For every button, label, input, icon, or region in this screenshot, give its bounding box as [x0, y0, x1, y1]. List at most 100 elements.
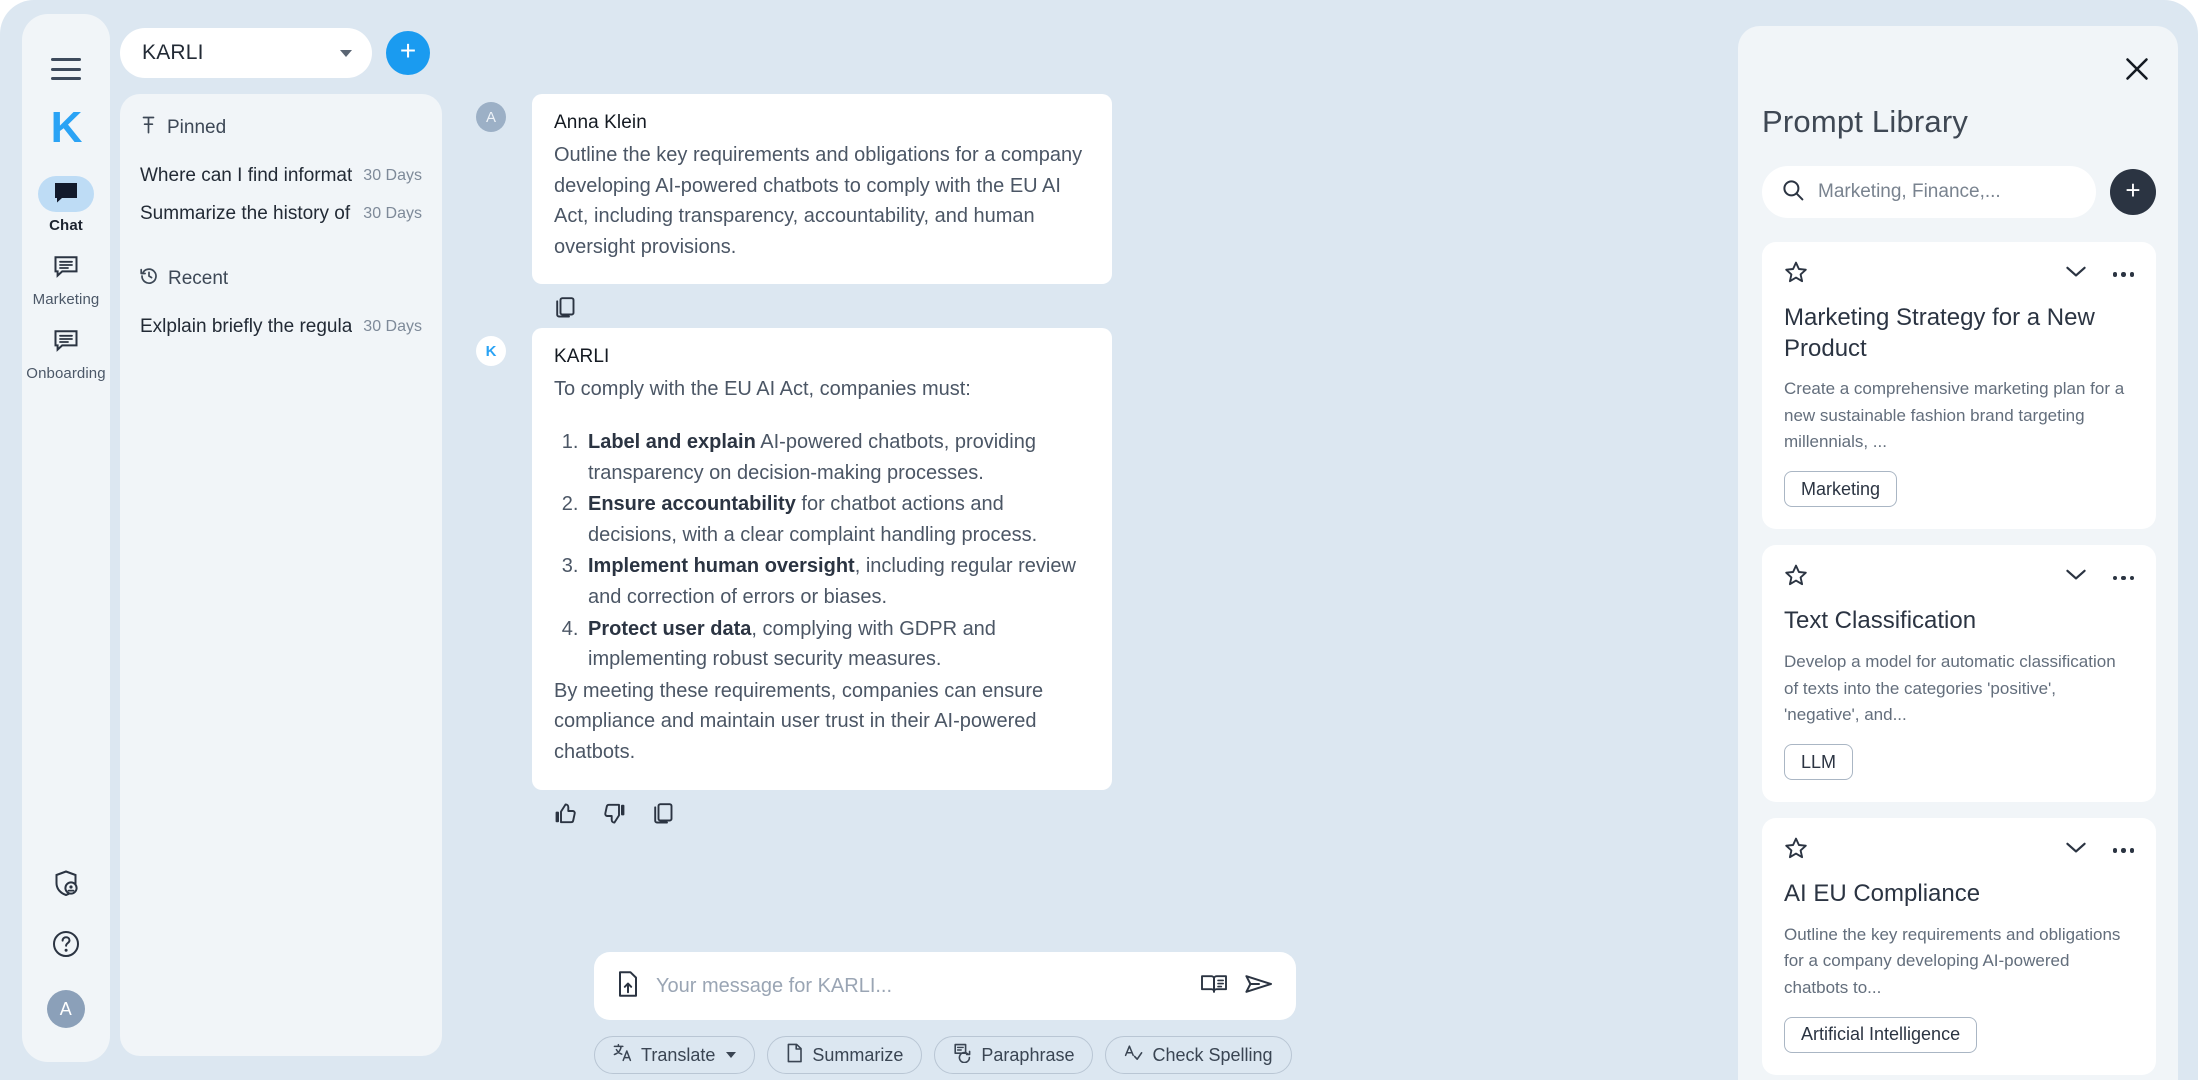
conversation-list-card: Pinned Where can I find information a 30… — [120, 94, 442, 1056]
conversation-age: 30 Days — [363, 167, 422, 184]
avatar: A — [476, 102, 506, 132]
prompt-card[interactable]: AI EU Compliance Outline the key require… — [1762, 818, 2156, 1075]
search-icon — [1782, 179, 1804, 206]
prompt-tag: Artificial Intelligence — [1784, 1016, 1978, 1053]
check-spelling-button[interactable]: Check Spelling — [1105, 1036, 1292, 1074]
prompt-card-controls — [2065, 265, 2134, 284]
sidebar-item-marketing[interactable]: Marketing — [28, 250, 104, 308]
history-icon — [140, 267, 158, 290]
group-title: Pinned — [167, 116, 227, 138]
conversation-age: 30 Days — [363, 318, 422, 335]
conversation-item[interactable]: Exlplain briefly the regulations 30 Days — [140, 308, 422, 346]
message-sender: KARLI — [554, 346, 610, 368]
star-icon[interactable] — [1784, 260, 1808, 289]
more-options-icon[interactable] — [2112, 272, 2134, 277]
message-input[interactable] — [656, 974, 1184, 998]
nav-list: Chat Marketing Onboarding — [26, 176, 106, 382]
list-item-bold: Protect user data — [588, 617, 752, 640]
chevron-down-icon[interactable] — [2065, 568, 2087, 587]
menu-toggle-button[interactable] — [51, 58, 81, 80]
message-sender: Anna Klein — [554, 112, 647, 133]
message-bubble: Anna Klein Outline the key requirements … — [532, 94, 1112, 285]
quick-action-label: Paraphrase — [981, 1044, 1075, 1065]
model-selector[interactable]: KARLI — [120, 28, 372, 78]
brand-logo: K — [50, 103, 83, 152]
conversation-title: Exlplain briefly the regulations — [140, 316, 352, 337]
copy-icon[interactable] — [554, 296, 576, 324]
sidebar-item-label: Chat — [49, 217, 83, 234]
translate-icon — [613, 1043, 632, 1067]
message-body: To comply with the EU AI Act, companies … — [554, 374, 1090, 767]
hamburger-line — [51, 67, 81, 71]
shield-lock-icon[interactable] — [51, 868, 81, 903]
search-field[interactable] — [1762, 166, 2096, 218]
conversation-title: Summarize the history of the c — [140, 203, 352, 224]
prompt-description: Create a comprehensive marketing plan fo… — [1784, 379, 2125, 452]
prompt-card-list: Marketing Strategy for a New Product Cre… — [1738, 242, 2178, 1080]
copy-icon[interactable] — [652, 802, 674, 830]
file-upload-icon[interactable] — [616, 970, 640, 1003]
message-user: A Anna Klein Outline the key requirement… — [442, 94, 1452, 324]
sidebar-item-chat[interactable]: Chat — [28, 176, 104, 234]
paraphrase-icon — [953, 1043, 972, 1068]
prompt-tag: LLM — [1784, 744, 1854, 781]
thumbs-down-icon[interactable] — [603, 802, 626, 830]
thumbs-up-icon[interactable] — [554, 802, 577, 830]
star-icon[interactable] — [1784, 836, 1808, 865]
message-intro: To comply with the EU AI Act, companies … — [554, 378, 971, 401]
chat-lines-icon — [53, 254, 79, 283]
conversation-item[interactable]: Where can I find information a 30 Days — [140, 157, 422, 195]
avatar[interactable]: A — [47, 990, 85, 1028]
book-icon[interactable] — [1200, 972, 1228, 1001]
prompt-card-header — [1784, 563, 2134, 592]
prompt-card-header — [1784, 260, 2134, 289]
list-item: Implement human oversight, including reg… — [584, 551, 1090, 612]
group-header-pinned: Pinned — [140, 116, 422, 139]
prompt-card-header — [1784, 836, 2134, 865]
conversation-title: Where can I find information a — [140, 165, 352, 186]
hamburger-line — [51, 58, 81, 61]
group-header-recent: Recent — [140, 267, 422, 290]
library-search-row: + — [1738, 140, 2178, 218]
app-window: K Chat Marketing Onboarding A KARLI + Pi… — [0, 0, 2198, 1080]
conversation-item[interactable]: Summarize the history of the c 30 Days — [140, 195, 422, 233]
close-icon[interactable] — [2124, 56, 2150, 87]
list-item-bold: Ensure accountability — [588, 493, 796, 516]
nav-pill — [38, 324, 94, 360]
prompt-tag: Marketing — [1784, 471, 1898, 508]
translate-button[interactable]: Translate — [594, 1036, 756, 1074]
pin-icon — [140, 116, 157, 139]
new-chat-button[interactable]: + — [386, 31, 430, 75]
help-circle-icon[interactable] — [51, 929, 81, 964]
add-prompt-button[interactable]: + — [2110, 169, 2156, 215]
left-nav-rail: K Chat Marketing Onboarding A — [22, 14, 110, 1062]
group-title: Recent — [168, 267, 229, 289]
summarize-button[interactable]: Summarize — [767, 1036, 923, 1074]
paraphrase-button[interactable]: Paraphrase — [934, 1036, 1094, 1074]
quick-action-label: Check Spelling — [1152, 1044, 1273, 1065]
chevron-down-icon[interactable] — [2065, 841, 2087, 860]
chevron-down-icon[interactable] — [2065, 265, 2087, 284]
message-text: Outline the key requirements and obligat… — [554, 144, 1083, 258]
more-options-icon[interactable] — [2112, 575, 2134, 581]
list-item: Protect user data, complying with GDPR a… — [584, 614, 1090, 675]
chevron-down-icon — [340, 49, 352, 57]
conversation-panel: KARLI + Pinned Where can I find informat… — [120, 14, 442, 1062]
conversation-panel-header: KARLI + — [120, 14, 442, 78]
send-icon[interactable] — [1244, 972, 1274, 1001]
prompt-card[interactable]: Marketing Strategy for a New Product Cre… — [1762, 242, 2156, 530]
more-options-icon[interactable] — [2112, 848, 2134, 853]
quick-actions-toolbar: Translate Summarize Paraphrase Check Spe… — [594, 1036, 1452, 1074]
list-item-bold: Implement human oversight — [588, 555, 855, 578]
list-item: Label and explain AI-powered chatbots, p… — [584, 427, 1090, 488]
search-input[interactable] — [1818, 181, 2076, 203]
prompt-card[interactable]: Text Classification Develop a model for … — [1762, 545, 2156, 803]
message-actions — [532, 284, 1452, 324]
star-icon[interactable] — [1784, 563, 1808, 592]
prompt-title: Marketing Strategy for a New Product — [1784, 304, 2095, 362]
chat-bubble-icon — [53, 180, 79, 209]
hamburger-line — [51, 77, 81, 80]
sidebar-item-onboarding[interactable]: Onboarding — [26, 324, 106, 382]
spellcheck-icon — [1124, 1043, 1143, 1067]
